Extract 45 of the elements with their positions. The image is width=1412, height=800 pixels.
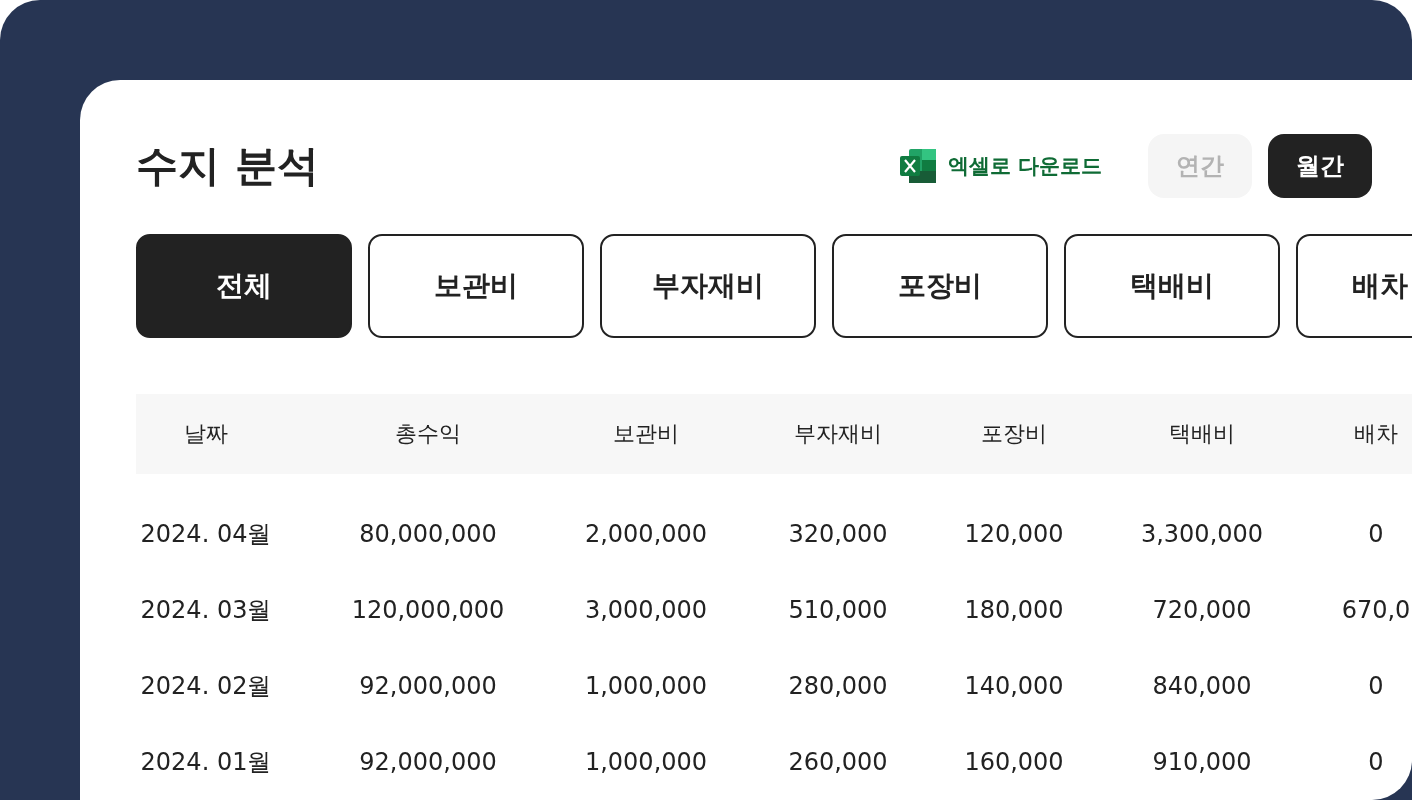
period-toggle-button[interactable]: 월간	[1268, 134, 1372, 198]
table-cell: 670,0	[1340, 596, 1412, 624]
page-title: 수지 분석	[136, 140, 319, 192]
table-cell: 140,000	[964, 672, 1064, 700]
table-cell-text: 3,000,000	[583, 596, 709, 624]
table-cell: 160,000	[964, 748, 1064, 776]
table-cell-text: 120,000,000	[350, 596, 506, 624]
column-header: 날짜	[183, 420, 229, 448]
excel-download-link[interactable]: 엑셀로 다운로드	[899, 149, 1102, 183]
column-header: 포장비	[980, 420, 1048, 448]
category-tab[interactable]: 부자재비	[600, 234, 816, 338]
table-cell: 180,000	[964, 596, 1064, 624]
table-cell-text: 0	[1367, 748, 1385, 776]
table-cell-text: 280,000	[787, 672, 889, 700]
table-cell-text: 2024. 04월	[139, 519, 273, 550]
table-cell-text: 2,000,000	[583, 520, 709, 548]
table-cell-text: 92,000,000	[358, 748, 498, 776]
column-header: 부자재비	[793, 420, 883, 448]
table-cell-text: 720,000	[1151, 596, 1253, 624]
table-cell-text: 0	[1367, 672, 1385, 700]
category-tab[interactable]: 보관비	[368, 234, 584, 338]
column-header: 배차	[1353, 420, 1399, 448]
table-cell-text: 3,300,000	[1139, 520, 1265, 548]
table-cell-text: 2024. 03월	[139, 595, 273, 626]
category-tab[interactable]: 포장비	[832, 234, 1048, 338]
column-header: 택배비	[1168, 420, 1236, 448]
category-tab[interactable]: 배차	[1296, 234, 1412, 338]
category-tab[interactable]: 전체	[136, 234, 352, 338]
table-cell-text: 910,000	[1151, 748, 1253, 776]
column-header: 보관비	[612, 420, 680, 448]
table-cell: 120,000	[964, 520, 1064, 548]
table-cell-text: 0	[1367, 520, 1385, 548]
category-tab[interactable]: 택배비	[1064, 234, 1280, 338]
table-cell-text: 1,000,000	[583, 748, 709, 776]
spreadsheet-icon	[899, 149, 936, 183]
table-cell-text: 2024. 02월	[139, 671, 273, 702]
table-cell-text: 510,000	[787, 596, 889, 624]
table-cell-text: 80,000,000	[358, 520, 498, 548]
table-cell-text: 840,000	[1151, 672, 1253, 700]
table-cell-text: 260,000	[787, 748, 889, 776]
table-cell-text: 1,000,000	[583, 672, 709, 700]
column-header: 총수익	[394, 420, 462, 448]
table-cell-text: 92,000,000	[358, 672, 498, 700]
table-cell-text: 2024. 01월	[139, 747, 273, 778]
table-cell-text: 320,000	[787, 520, 889, 548]
